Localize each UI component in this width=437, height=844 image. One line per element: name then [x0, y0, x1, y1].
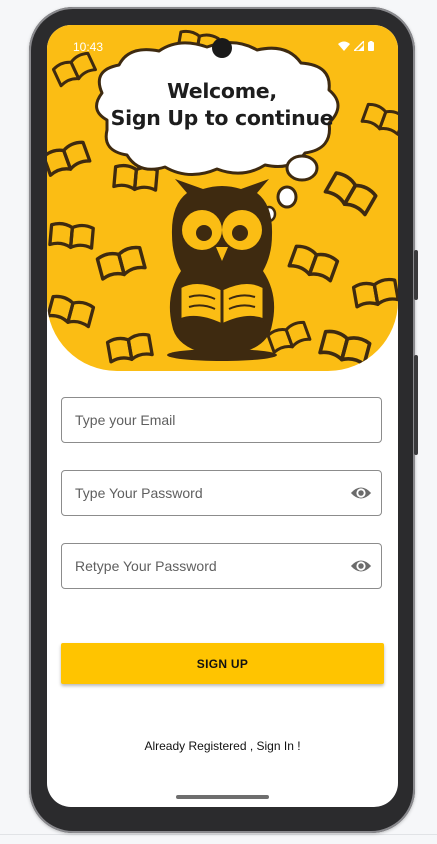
welcome-heading: Welcome, Sign Up to continue [107, 78, 337, 132]
retype-password-placeholder: Retype Your Password [75, 558, 217, 574]
status-time: 10:43 [73, 40, 104, 54]
owl [167, 179, 277, 361]
eye-icon[interactable] [350, 557, 372, 575]
password-placeholder: Type Your Password [75, 485, 203, 501]
eye-icon[interactable] [350, 484, 372, 502]
email-field[interactable]: Type your Email [61, 397, 382, 443]
volume-button [414, 355, 418, 455]
owl-illustration [47, 28, 398, 368]
hero-banner: Welcome, Sign Up to continue [47, 25, 398, 371]
battery-icon [368, 41, 374, 51]
wifi-icon [338, 41, 350, 51]
power-button [414, 250, 418, 300]
signin-link[interactable]: Already Registered , Sign In ! [47, 739, 398, 753]
status-icons [338, 41, 374, 51]
signal-icon [354, 41, 364, 51]
page-divider [0, 834, 437, 835]
retype-password-field[interactable]: Retype Your Password [61, 543, 382, 589]
email-placeholder: Type your Email [75, 412, 176, 428]
status-bar: 10:43 [47, 25, 398, 65]
app-screen: Welcome, Sign Up to continue 10:43 Type … [47, 25, 398, 807]
signup-button[interactable]: SIGN UP [61, 643, 384, 684]
welcome-line: Welcome, [167, 79, 277, 103]
password-field[interactable]: Type Your Password [61, 470, 382, 516]
front-camera [212, 38, 232, 58]
signup-prompt-line: Sign Up to continue [110, 106, 334, 130]
gesture-nav-handle[interactable] [176, 795, 269, 799]
